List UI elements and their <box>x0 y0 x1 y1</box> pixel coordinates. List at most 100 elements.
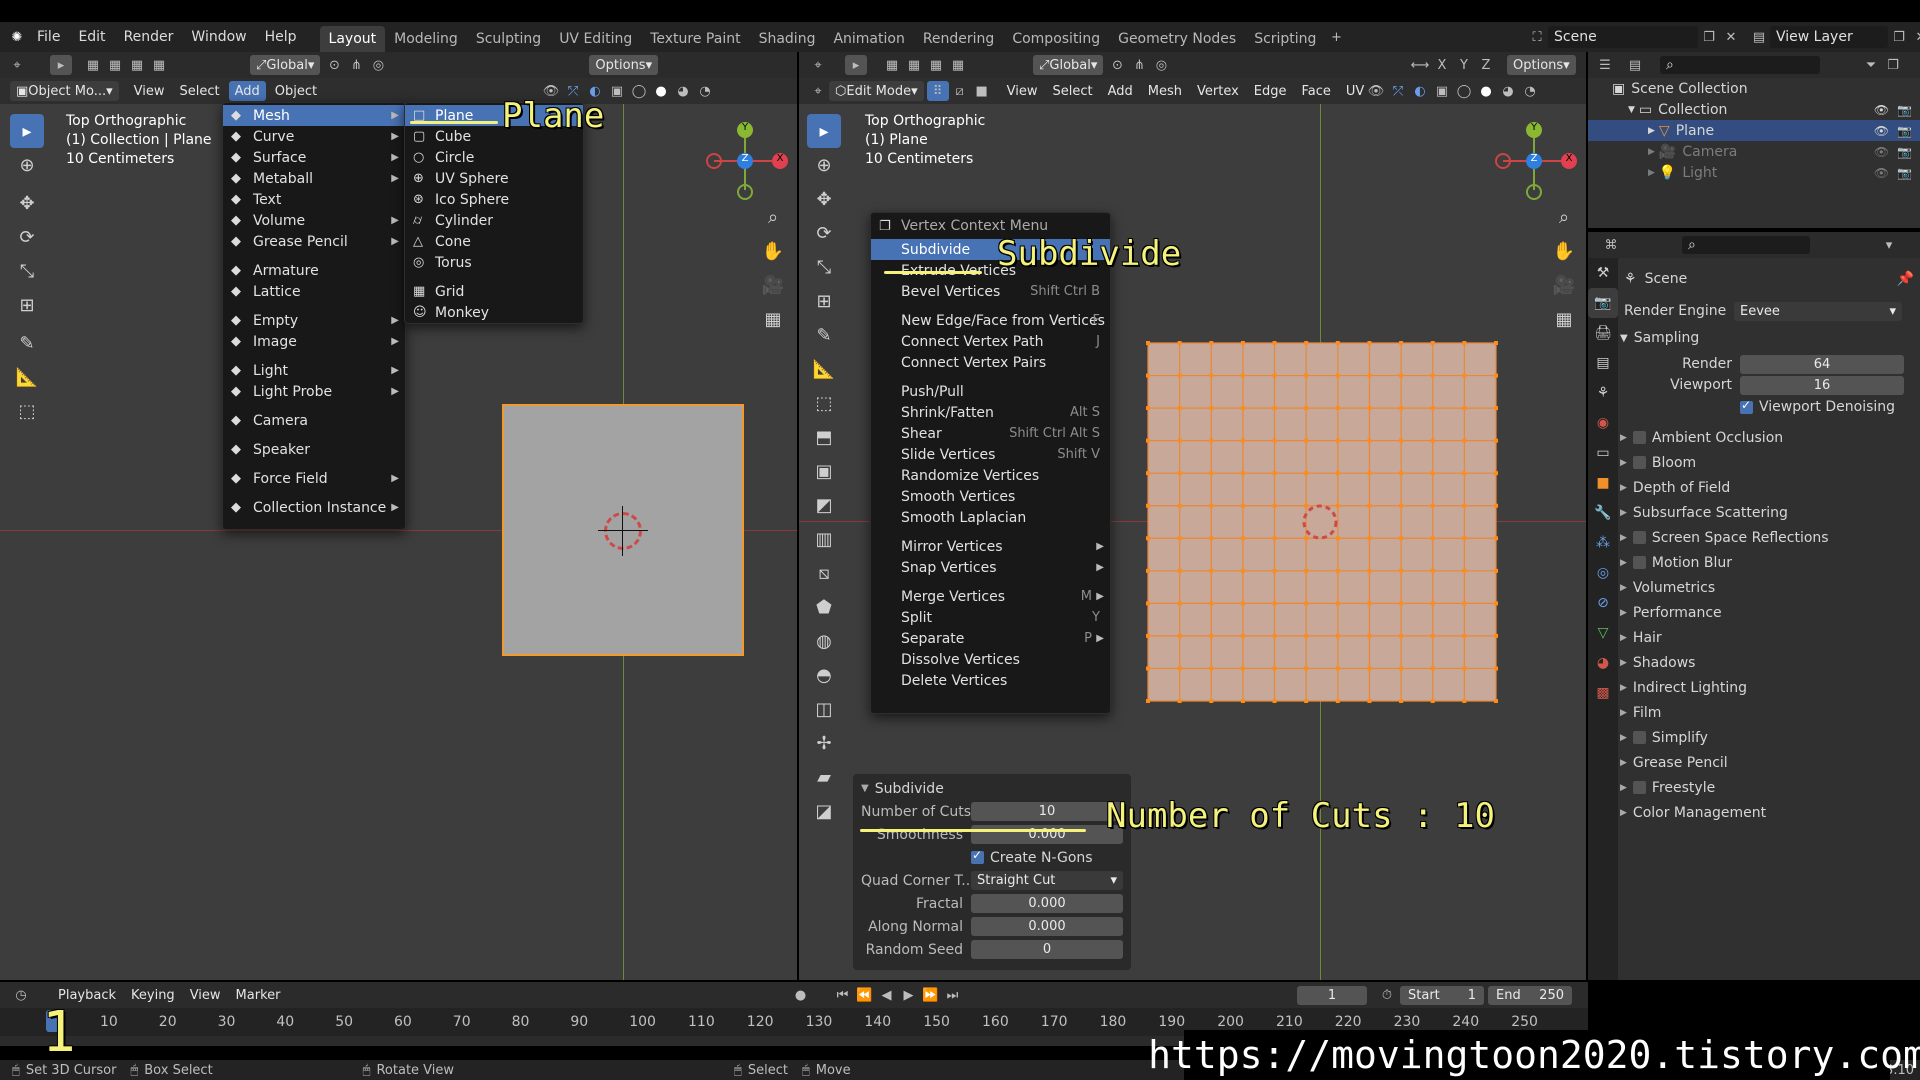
mesh-vertex[interactable] <box>1494 536 1498 541</box>
mesh-vertex[interactable] <box>1146 373 1150 378</box>
panel-depth-of-field[interactable]: ▶ Depth of Field <box>1620 475 1914 500</box>
mesh-vertex[interactable] <box>1367 601 1372 606</box>
add-menu-item-camera[interactable]: ◆ Camera <box>223 410 405 431</box>
gizmo-x-icon[interactable]: X <box>772 153 788 169</box>
mesh-vertex[interactable] <box>1462 406 1467 411</box>
select-box-tool[interactable]: ▸ <box>10 114 44 148</box>
mesh-vertex[interactable] <box>1240 601 1245 606</box>
particles-tab-icon[interactable]: ⁂ <box>1588 528 1618 558</box>
mesh-vertex[interactable] <box>1399 536 1404 541</box>
mesh-vertex[interactable] <box>1399 666 1404 671</box>
mesh-vertex[interactable] <box>1335 373 1340 378</box>
right-menu-vertex[interactable]: Vertex <box>1191 81 1245 101</box>
proportional-edit-icon[interactable]: ◎ <box>1150 55 1172 75</box>
view-layer-tab-icon[interactable]: ▤ <box>1588 348 1618 378</box>
mesh-vertex[interactable] <box>1494 373 1498 378</box>
render-camera-icon[interactable]: 📷 <box>1897 103 1912 117</box>
mesh-item-torus[interactable]: ◎ Torus <box>405 252 583 273</box>
panel-subsurface-scattering[interactable]: ▶ Subsurface Scattering <box>1620 500 1914 525</box>
mesh-vertex[interactable] <box>1146 503 1150 508</box>
mesh-vertex[interactable] <box>1209 666 1214 671</box>
mesh-vertex[interactable] <box>1367 438 1372 443</box>
mesh-vertex[interactable] <box>1177 438 1182 443</box>
add-menu-item-force-field[interactable]: ◆ Force Field ▶ <box>223 468 405 489</box>
mesh-vertex[interactable] <box>1367 471 1372 476</box>
delete-scene-icon[interactable]: ✕ <box>1720 27 1742 47</box>
mesh-vertex[interactable] <box>1367 503 1372 508</box>
auto-keying-icon[interactable]: ● <box>789 985 811 1005</box>
snap-icon[interactable]: ⋔ <box>1128 55 1150 75</box>
mesh-vertex[interactable] <box>1494 503 1498 508</box>
menu-help[interactable]: Help <box>256 29 306 45</box>
mesh-vertex[interactable] <box>1335 568 1340 573</box>
mesh-item-uv-sphere[interactable]: ⊕ UV Sphere <box>405 168 583 189</box>
add-menu-item-collection-instance[interactable]: ◆ Collection Instance ▶ <box>223 497 405 518</box>
mesh-vertex[interactable] <box>1304 568 1309 573</box>
view-layer-selector[interactable]: View Layer <box>1770 26 1888 48</box>
select-mode-icon[interactable]: ▸ <box>845 55 867 75</box>
data-tab-icon[interactable]: ▽ <box>1588 618 1618 648</box>
loop-cut-tool[interactable]: ▥ <box>807 522 841 556</box>
mesh-vertex[interactable] <box>1209 568 1214 573</box>
mesh-vertex[interactable] <box>1430 373 1435 378</box>
vertex-menu-bevel-vertices[interactable]: Bevel Vertices Shift Ctrl B <box>871 281 1110 302</box>
knife-tool[interactable]: ⧅ <box>807 556 841 590</box>
mesh-item-circle[interactable]: ○ Circle <box>405 147 583 168</box>
transform-orientation-dropdown[interactable]: ⤢ Global ▾ <box>1033 55 1104 75</box>
rendered-shading-icon[interactable]: ◔ <box>694 81 716 101</box>
mesh-vertex[interactable] <box>1494 438 1498 443</box>
gizmo-z-icon[interactable]: Z <box>1526 153 1542 169</box>
panel-color-management[interactable]: ▶ Color Management <box>1620 800 1914 825</box>
subdivided-plane-mesh[interactable] <box>1146 341 1498 703</box>
scale-tool[interactable]: ⤡ <box>807 250 841 284</box>
mesh-vertex[interactable] <box>1209 536 1214 541</box>
expand-arrow-icon[interactable]: ▶ <box>1648 126 1655 136</box>
tool-tab-icon[interactable]: ⚒ <box>1588 258 1618 288</box>
add-menu-item-curve[interactable]: ◆ Curve ▶ <box>223 126 405 147</box>
visibility-eye-icon[interactable]: 👁 <box>1874 145 1889 159</box>
panel-bloom[interactable]: ▶ Bloom <box>1620 450 1914 475</box>
navigation-gizmo[interactable]: Y Z X <box>1495 122 1577 202</box>
display-mode-icon[interactable]: ▤ <box>1624 55 1646 75</box>
mesh-vertex[interactable] <box>1146 471 1150 476</box>
3d-cursor-icon[interactable] <box>604 512 642 550</box>
pan-hand-icon[interactable]: ✋ <box>756 234 790 268</box>
mesh-vertex[interactable] <box>1240 471 1245 476</box>
tab-sculpting[interactable]: Sculpting <box>467 26 550 52</box>
vertex-menu-smooth-laplacian[interactable]: Smooth Laplacian <box>871 507 1110 528</box>
mesh-vertex[interactable] <box>1335 666 1340 671</box>
navigation-gizmo[interactable]: Y Z X <box>706 122 788 202</box>
vertex-menu-push-pull[interactable]: Push/Pull <box>871 381 1110 402</box>
outliner-editor-icon[interactable]: ☰ <box>1594 55 1616 75</box>
mesh-vertex[interactable] <box>1462 633 1467 638</box>
right-menu-face[interactable]: Face <box>1296 81 1337 101</box>
mesh-vertex[interactable] <box>1367 666 1372 671</box>
material-tab-icon[interactable]: ◕ <box>1588 648 1618 678</box>
tab-scripting[interactable]: Scripting <box>1245 26 1325 52</box>
select-box-tool[interactable]: ▸ <box>807 114 841 148</box>
mesh-vertex[interactable] <box>1494 471 1498 476</box>
fractal-field[interactable]: 0.000 <box>971 894 1123 913</box>
mesh-vertex[interactable] <box>1240 503 1245 508</box>
mesh-vertex[interactable] <box>1272 601 1277 606</box>
mesh-vertex[interactable] <box>1399 699 1404 703</box>
blender-logo-icon[interactable]: ✺ <box>6 27 28 47</box>
current-frame-field[interactable]: 1 <box>1297 985 1367 1005</box>
vertex-select-icon[interactable]: ⠿ <box>926 81 949 101</box>
vertex-menu-connect-vertex-path[interactable]: Connect Vertex Path J <box>871 331 1110 352</box>
cursor-tool[interactable]: ⊕ <box>807 148 841 182</box>
rip-region-tool[interactable]: ◪ <box>807 794 841 828</box>
right-menu-select[interactable]: Select <box>1046 81 1098 101</box>
move-tool[interactable]: ✥ <box>807 182 841 216</box>
tab-compositing[interactable]: Compositing <box>1003 26 1109 52</box>
mesh-vertex[interactable] <box>1209 471 1214 476</box>
transform-orientation-dropdown[interactable]: ⤢ Global ▾ <box>250 55 321 75</box>
mesh-vertex[interactable] <box>1304 699 1309 703</box>
mesh-vertex[interactable] <box>1335 341 1340 345</box>
mesh-vertex[interactable] <box>1399 406 1404 411</box>
mesh-vertex[interactable] <box>1399 438 1404 443</box>
mesh-vertex[interactable] <box>1399 341 1404 345</box>
panel-motion-blur[interactable]: ▶ Motion Blur <box>1620 550 1914 575</box>
mesh-vertex[interactable] <box>1494 406 1498 411</box>
left-menu-select[interactable]: Select <box>174 81 226 101</box>
